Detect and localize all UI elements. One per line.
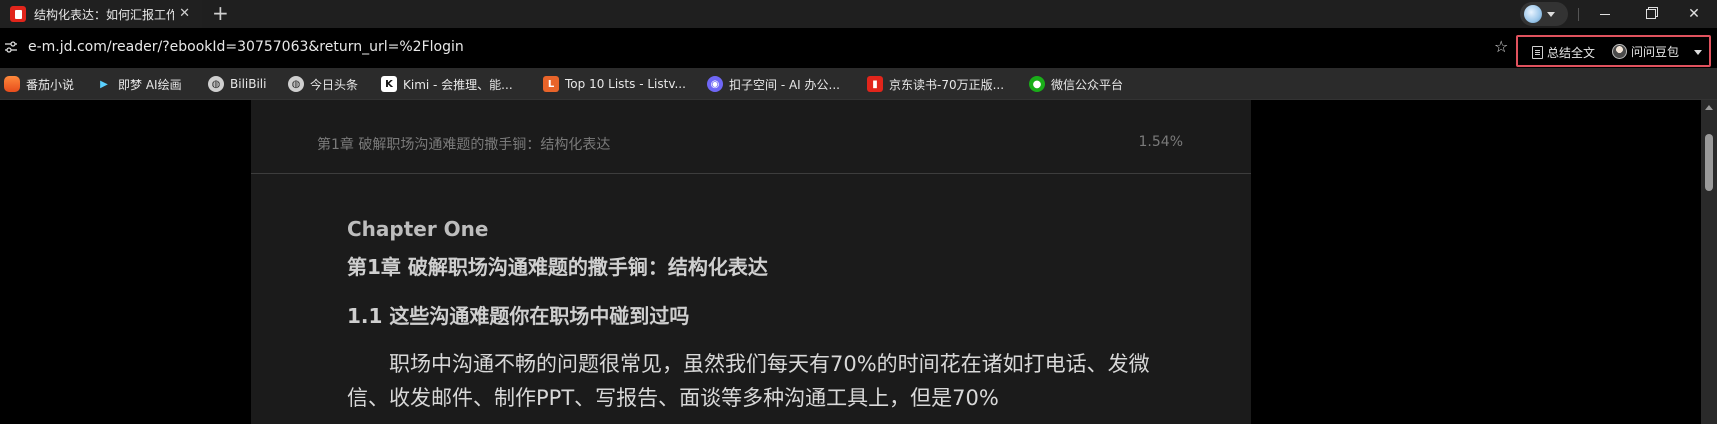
profile-avatar-icon — [1524, 5, 1542, 23]
running-chapter-title: 第1章 破解职场沟通难题的撒手锏：结构化表达 — [317, 137, 611, 153]
url-input[interactable]: e-m.jd.com/reader/?ebookId=30757063&retu… — [28, 39, 464, 55]
bookmark-item[interactable]: ◍ BiliBili — [208, 68, 266, 100]
tab-strip: 结构化表达：如何汇报工作 ✕ + ✕ — [0, 0, 1717, 28]
divider — [1578, 8, 1579, 21]
jimeng-icon: ▶ — [100, 78, 108, 90]
bookmark-label: Kimi - 会推理、能... — [403, 77, 513, 92]
vertical-scrollbar[interactable] — [1701, 100, 1717, 424]
maximize-button[interactable] — [1628, 0, 1674, 28]
minimize-button[interactable] — [1582, 0, 1628, 28]
body-paragraph: 职场中沟通不畅的问题很常见，虽然我们每天有70%的时间花在诸如打电话、发微信、收… — [347, 352, 1150, 410]
minimize-icon — [1600, 13, 1610, 15]
tab-title: 结构化表达：如何汇报工作 — [34, 7, 174, 22]
restore-icon — [1646, 9, 1656, 19]
scroll-up-icon[interactable] — [1705, 105, 1713, 110]
bookmark-label: BiliBili — [230, 77, 267, 91]
wechat-icon: ● — [1029, 76, 1045, 92]
bookmark-label: 今日头条 — [310, 77, 359, 92]
new-tab-button[interactable]: + — [212, 3, 229, 23]
globe-icon: ◍ — [288, 76, 304, 92]
ask-doubao-button[interactable]: 问问豆包 — [1612, 43, 1679, 60]
document-icon — [1532, 46, 1543, 59]
bookmark-item[interactable]: ▶ 即梦 AI绘画 — [96, 68, 182, 100]
browser-tab-active[interactable]: 结构化表达：如何汇报工作 ✕ — [0, 0, 202, 28]
close-window-button[interactable]: ✕ — [1671, 0, 1717, 28]
listverse-icon: L — [543, 76, 559, 92]
chapter-title: 第1章 破解职场沟通难题的撒手锏：结构化表达 — [347, 255, 768, 279]
doubao-avatar-icon — [1612, 44, 1627, 59]
kimi-icon: K — [381, 76, 397, 92]
bookmark-label: 扣子空间 - AI 办公... — [729, 77, 840, 92]
bookmark-item[interactable]: ◉ 扣子空间 - AI 办公... — [707, 68, 840, 100]
bookmark-label: 京东读书-70万正版... — [889, 77, 1005, 92]
profile-button[interactable] — [1520, 2, 1568, 26]
bookmark-item[interactable]: ▮ 京东读书-70万正版... — [867, 68, 1004, 100]
ask-doubao-label: 问问豆包 — [1631, 45, 1680, 59]
bookmark-label: 微信公众平台 — [1051, 77, 1124, 92]
chevron-down-icon[interactable] — [1694, 50, 1702, 55]
tab-close-icon[interactable]: ✕ — [179, 6, 190, 22]
bookmark-item[interactable]: 番茄小说 — [4, 68, 74, 100]
jd-read-favicon-icon — [10, 6, 26, 22]
address-bar: e-m.jd.com/reader/?ebookId=30757063&retu… — [0, 28, 1717, 68]
site-settings-icon[interactable] — [4, 40, 18, 54]
bookmark-item[interactable]: L Top 10 Lists - Listv... — [543, 68, 686, 100]
chevron-down-icon — [1547, 11, 1555, 17]
bookmark-label: 番茄小说 — [26, 77, 75, 92]
bookmark-star-icon[interactable]: ☆ — [1494, 37, 1508, 56]
globe-icon: ◍ — [208, 76, 224, 92]
section-title: 1.1 这些沟通难题你在职场中碰到过吗 — [347, 304, 690, 328]
reader-page[interactable]: 第1章 破解职场沟通难题的撒手锏：结构化表达 1.54% Chapter One… — [251, 100, 1251, 424]
reading-progress: 1.54% — [1138, 134, 1183, 150]
summarize-label: 总结全文 — [1547, 46, 1596, 60]
bookmark-item[interactable]: ● 微信公众平台 — [1029, 68, 1123, 100]
tomato-novel-icon — [4, 76, 20, 92]
chapter-label: Chapter One — [347, 217, 489, 241]
page-viewport: 第1章 破解职场沟通难题的撒手锏：结构化表达 1.54% Chapter One… — [0, 100, 1717, 424]
kouzi-icon: ◉ — [707, 76, 723, 92]
bookmark-item[interactable]: K Kimi - 会推理、能... — [381, 68, 513, 100]
bookmark-item[interactable]: ◍ 今日头条 — [288, 68, 358, 100]
reader-header: 第1章 破解职场沟通难题的撒手锏：结构化表达 1.54% — [251, 100, 1251, 174]
bookmark-label: 即梦 AI绘画 — [118, 77, 182, 92]
jd-read-icon: ▮ — [867, 76, 883, 92]
bookmarks-bar: 番茄小说 ▶ 即梦 AI绘画 ◍ BiliBili ◍ 今日头条 K Kimi … — [0, 68, 1717, 100]
bookmark-label: Top 10 Lists - Listv... — [565, 77, 686, 91]
scrollbar-thumb[interactable] — [1705, 134, 1713, 191]
summarize-button[interactable]: 总结全文 — [1532, 44, 1595, 61]
